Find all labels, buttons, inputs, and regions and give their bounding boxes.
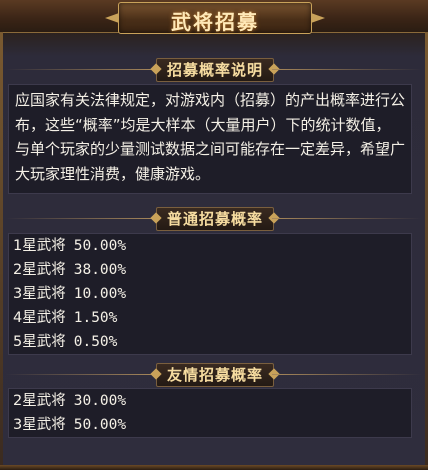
- frame-left-border: [0, 32, 3, 470]
- rate-value: 0.50%: [73, 334, 118, 350]
- description-section-header: 招募概率说明: [6, 58, 422, 82]
- friendship-recruit-section-title: 友情招募概率: [156, 363, 274, 387]
- rate-label: 2星武将: [13, 393, 66, 409]
- rate-row-2-star: 2星武将 38.00%: [9, 258, 411, 282]
- divider-line: [6, 374, 156, 375]
- rate-label: 3星武将: [13, 286, 66, 302]
- rate-row-1-star: 1星武将 50.00%: [9, 234, 411, 258]
- window-title: 武将招募: [171, 10, 259, 34]
- divider-line: [272, 69, 422, 70]
- rate-row-5-star: 5星武将 0.50%: [9, 330, 411, 354]
- description-text: 应国家有关法律规定，对游戏内（招募）的产出概率进行公布，这些“概率”均是大样本（…: [8, 84, 412, 194]
- divider-line: [6, 69, 156, 70]
- divider-line: [6, 218, 156, 219]
- normal-recruit-section-header: 普通招募概率: [6, 207, 422, 231]
- normal-recruit-section-title: 普通招募概率: [156, 207, 274, 231]
- recruit-rate-panel: 武将招募 招募概率说明 应国家有关法律规定，对游戏内（招募）的产出概率进行公布，…: [0, 0, 428, 470]
- rate-label: 3星武将: [13, 417, 66, 433]
- friendship-rate-row-3-star: 3星武将 50.00%: [9, 413, 411, 437]
- rate-value: 50.00%: [73, 417, 127, 433]
- rate-value: 10.00%: [73, 286, 127, 302]
- rate-row-4-star: 4星武将 1.50%: [9, 306, 411, 330]
- rate-label: 2星武将: [13, 262, 66, 278]
- friendship-recruit-section-header: 友情招募概率: [6, 363, 422, 387]
- rate-value: 30.00%: [73, 393, 127, 409]
- rate-label: 1星武将: [13, 238, 66, 254]
- divider-line: [272, 218, 422, 219]
- rate-value: 38.00%: [73, 262, 127, 278]
- rate-label: 4星武将: [13, 310, 66, 326]
- title-plate: 武将招募: [118, 2, 312, 34]
- friendship-recruit-rate-list: 2星武将 30.00% 3星武将 50.00%: [8, 388, 412, 438]
- rate-row-3-star: 3星武将 10.00%: [9, 282, 411, 306]
- rate-value: 1.50%: [73, 310, 118, 326]
- friendship-rate-row-2-star: 2星武将 30.00%: [9, 389, 411, 413]
- divider-line: [272, 374, 422, 375]
- frame-bottom-border: [0, 465, 428, 470]
- normal-recruit-rate-list: 1星武将 50.00% 2星武将 38.00% 3星武将 10.00% 4星武将 1.5…: [8, 233, 412, 355]
- rate-value: 50.00%: [73, 238, 127, 254]
- description-section-title: 招募概率说明: [156, 58, 274, 82]
- rate-label: 5星武将: [13, 334, 66, 350]
